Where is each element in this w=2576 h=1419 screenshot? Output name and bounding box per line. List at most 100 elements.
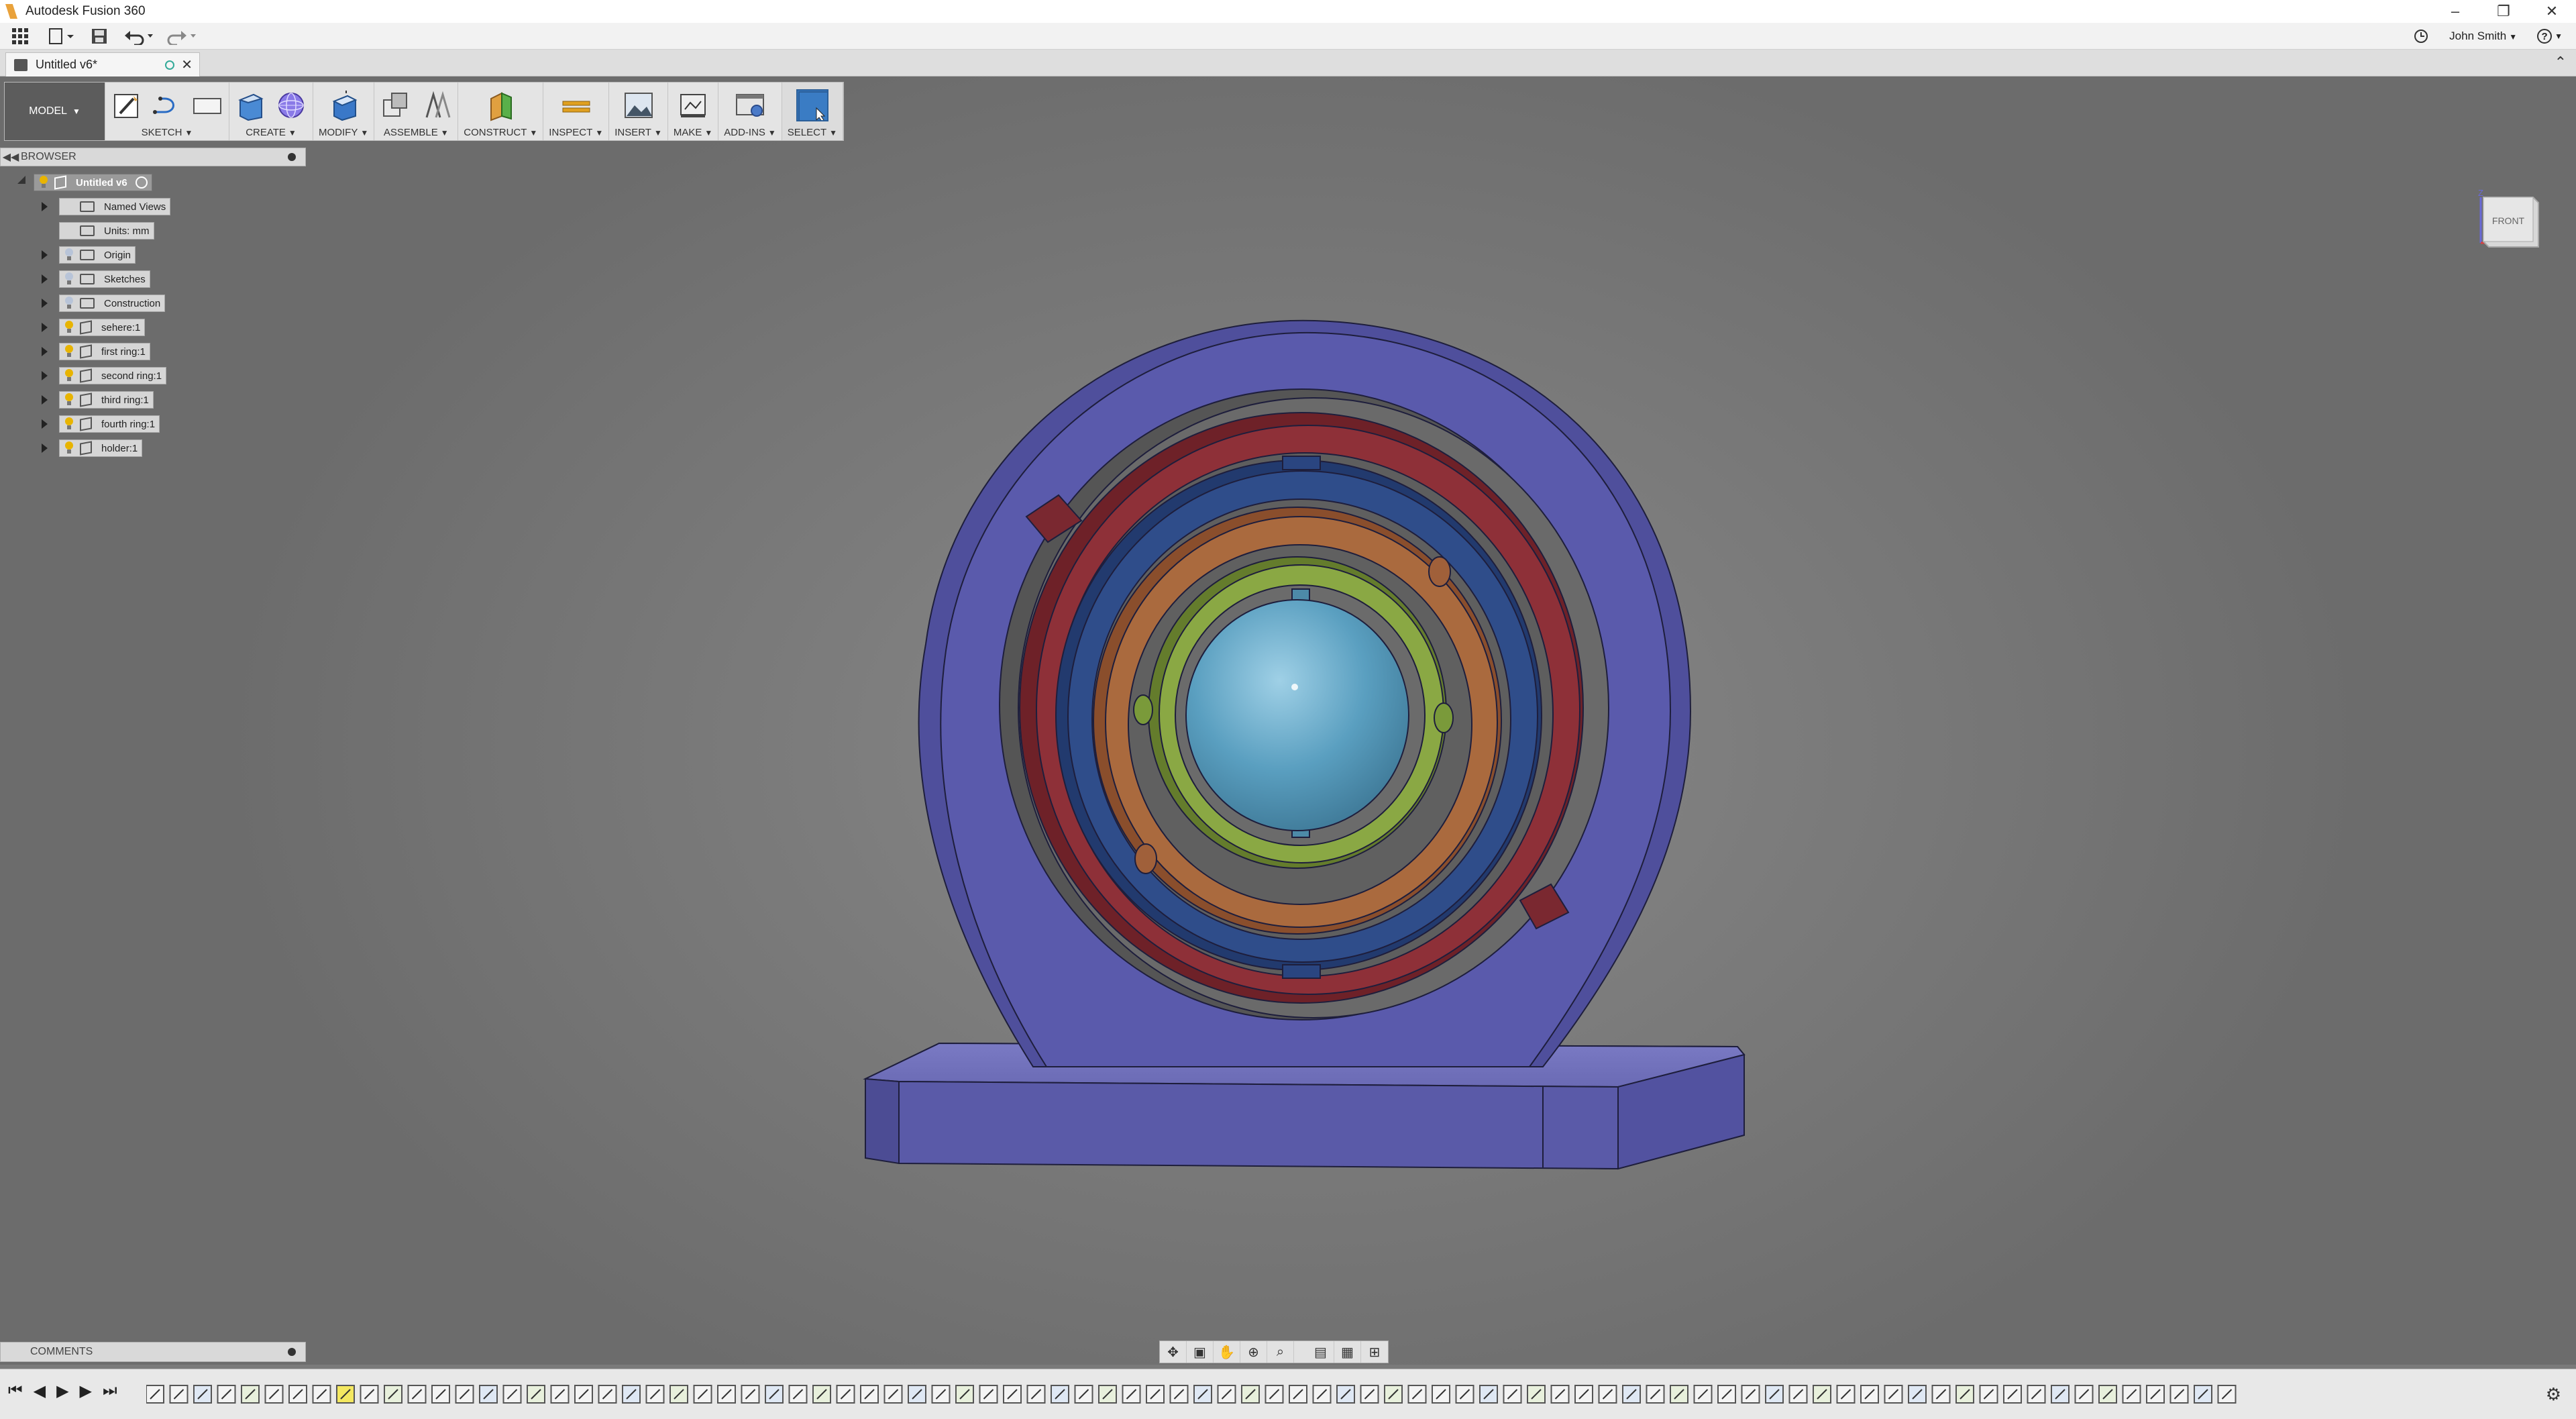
browser-node[interactable]: Sketches — [42, 270, 150, 288]
sphere-mesh-icon[interactable] — [275, 89, 307, 121]
new-component-icon[interactable] — [380, 89, 412, 121]
step-back-button[interactable]: ◀ — [34, 1381, 46, 1401]
select-icon[interactable] — [796, 89, 828, 121]
rectangle-icon[interactable] — [191, 89, 223, 121]
close-tab-button[interactable]: ✕ — [181, 56, 193, 73]
scripts-icon[interactable] — [734, 89, 766, 121]
zoom-icon[interactable]: ⊕ — [1240, 1341, 1267, 1363]
measure-icon[interactable] — [560, 89, 592, 121]
expand-arrow-icon[interactable] — [42, 299, 48, 308]
browser-node[interactable]: first ring:1 — [42, 342, 150, 361]
pan-icon[interactable]: ✋ — [1214, 1341, 1240, 1363]
grid-icon[interactable]: ▦ — [1334, 1341, 1361, 1363]
comments-pin-icon[interactable] — [288, 1348, 296, 1356]
browser-node[interactable]: second ring:1 — [42, 366, 167, 385]
browser-header[interactable]: ◀◀ BROWSER — [0, 148, 306, 166]
close-window-button[interactable]: ✕ — [2528, 0, 2576, 23]
visibility-bulb-icon[interactable] — [64, 297, 74, 310]
expand-arrow-icon[interactable] — [42, 395, 48, 405]
browser-node[interactable]: Origin — [42, 246, 136, 264]
extrude-icon[interactable] — [235, 89, 267, 121]
browser-node-box[interactable]: sehere:1 — [59, 319, 146, 336]
go-to-start-button[interactable]: ⏮ — [8, 1381, 23, 1401]
insert-image-icon[interactable] — [623, 89, 655, 121]
expand-arrow-icon[interactable] — [42, 202, 48, 211]
browser-node-box[interactable]: Construction — [59, 295, 166, 312]
print-3d-icon[interactable] — [677, 89, 709, 121]
browser-node-box[interactable]: fourth ring:1 — [59, 415, 160, 433]
visibility-bulb-icon[interactable] — [64, 345, 74, 358]
addins-group[interactable]: ADD-INS ▼ — [718, 83, 782, 140]
expand-arrow-icon[interactable] — [42, 443, 48, 453]
sketch-group[interactable]: SKETCH ▼ — [105, 83, 229, 140]
sketch-icon[interactable] — [111, 89, 143, 121]
job-status-icon[interactable] — [2413, 28, 2429, 44]
joint-icon[interactable] — [420, 89, 452, 121]
browser-node-box[interactable]: third ring:1 — [59, 391, 154, 409]
tree-root[interactable]: Untitled v6 — [17, 173, 152, 192]
select-group[interactable]: SELECT ▼ — [782, 83, 844, 140]
browser-node-box[interactable]: Sketches — [59, 270, 150, 288]
activate-radio-icon[interactable] — [135, 176, 148, 189]
construct-group[interactable]: CONSTRUCT ▼ — [458, 83, 544, 140]
browser-node-box[interactable]: second ring:1 — [59, 367, 167, 384]
plane-icon[interactable] — [484, 89, 517, 121]
save-button[interactable] — [80, 24, 118, 48]
browser-node-box[interactable]: holder:1 — [59, 439, 143, 457]
pin-icon[interactable] — [288, 153, 296, 161]
make-group[interactable]: MAKE ▼ — [668, 83, 719, 140]
visibility-bulb-icon[interactable] — [64, 417, 74, 431]
browser-node[interactable]: sehere:1 — [42, 318, 146, 337]
expand-arrow-icon[interactable] — [42, 323, 48, 332]
insert-group[interactable]: INSERT ▼ — [609, 83, 668, 140]
visibility-bulb-icon[interactable] — [64, 369, 74, 382]
data-panel-button[interactable] — [0, 24, 40, 48]
browser-node[interactable]: Named Views — [42, 197, 171, 216]
viewports-icon[interactable]: ⊞ — [1361, 1341, 1388, 1363]
expand-arrow-icon[interactable] — [42, 250, 48, 260]
line-icon[interactable] — [151, 89, 183, 121]
create-group[interactable]: CREATE ▼ — [229, 83, 313, 140]
file-menu-button[interactable] — [40, 24, 80, 48]
view-cube[interactable]: FRONT Z — [2475, 188, 2542, 254]
timeline-settings-gear-icon[interactable]: ⚙ — [2546, 1384, 2561, 1405]
orbit-icon[interactable]: ✥ — [1160, 1341, 1187, 1363]
visibility-bulb-icon[interactable] — [64, 441, 74, 455]
expand-arrow-icon[interactable] — [42, 347, 48, 356]
fit-icon[interactable]: ⌕ — [1267, 1341, 1294, 1363]
document-tab[interactable]: Untitled v6* ✕ — [5, 52, 200, 76]
browser-node[interactable]: holder:1 — [42, 439, 143, 458]
play-button[interactable]: ▶ — [56, 1381, 68, 1401]
browser-node[interactable]: fourth ring:1 — [42, 415, 160, 433]
browser-node-box[interactable]: Origin — [59, 246, 136, 264]
step-forward-button[interactable]: ▶ — [80, 1381, 92, 1401]
workspace-switcher[interactable]: MODEL ▼ — [5, 83, 105, 140]
sphere[interactable] — [1185, 599, 1409, 831]
user-menu[interactable]: John Smith ▼ — [2449, 30, 2517, 43]
root-node[interactable]: Untitled v6 — [34, 174, 152, 191]
comments-panel[interactable]: COMMENTS — [0, 1342, 306, 1362]
browser-node-box[interactable]: Named Views — [59, 198, 171, 215]
3d-viewport[interactable]: FRONT Z — [0, 76, 2576, 1365]
expand-arrow-icon[interactable] — [42, 419, 48, 429]
browser-node[interactable]: Construction — [42, 294, 166, 313]
look-at-icon[interactable]: ▣ — [1187, 1341, 1214, 1363]
visibility-bulb-icon[interactable] — [64, 393, 74, 407]
assemble-group[interactable]: ASSEMBLE ▼ — [374, 83, 459, 140]
browser-node-box[interactable]: Units: mm — [59, 222, 154, 240]
go-to-end-button[interactable]: ⏭ — [103, 1381, 117, 1401]
model-canvas[interactable] — [0, 76, 2576, 1365]
browser-node-box[interactable]: first ring:1 — [59, 343, 150, 360]
expand-arrow-icon[interactable] — [42, 371, 48, 380]
collapse-chevron-icon[interactable]: ⌃ — [2555, 54, 2567, 71]
visibility-bulb-icon[interactable] — [64, 321, 74, 334]
redo-button[interactable] — [161, 24, 204, 48]
browser-node[interactable]: Units: mm — [42, 221, 154, 240]
collapse-browser-icon[interactable]: ◀◀ — [1, 150, 21, 164]
minimize-button[interactable]: – — [2431, 0, 2479, 23]
visibility-bulb-icon[interactable] — [38, 176, 49, 189]
browser-node[interactable]: third ring:1 — [42, 390, 154, 409]
undo-button[interactable] — [118, 24, 161, 48]
restore-button[interactable]: ❐ — [2479, 0, 2528, 23]
timeline-track[interactable] — [146, 1383, 2239, 1406]
